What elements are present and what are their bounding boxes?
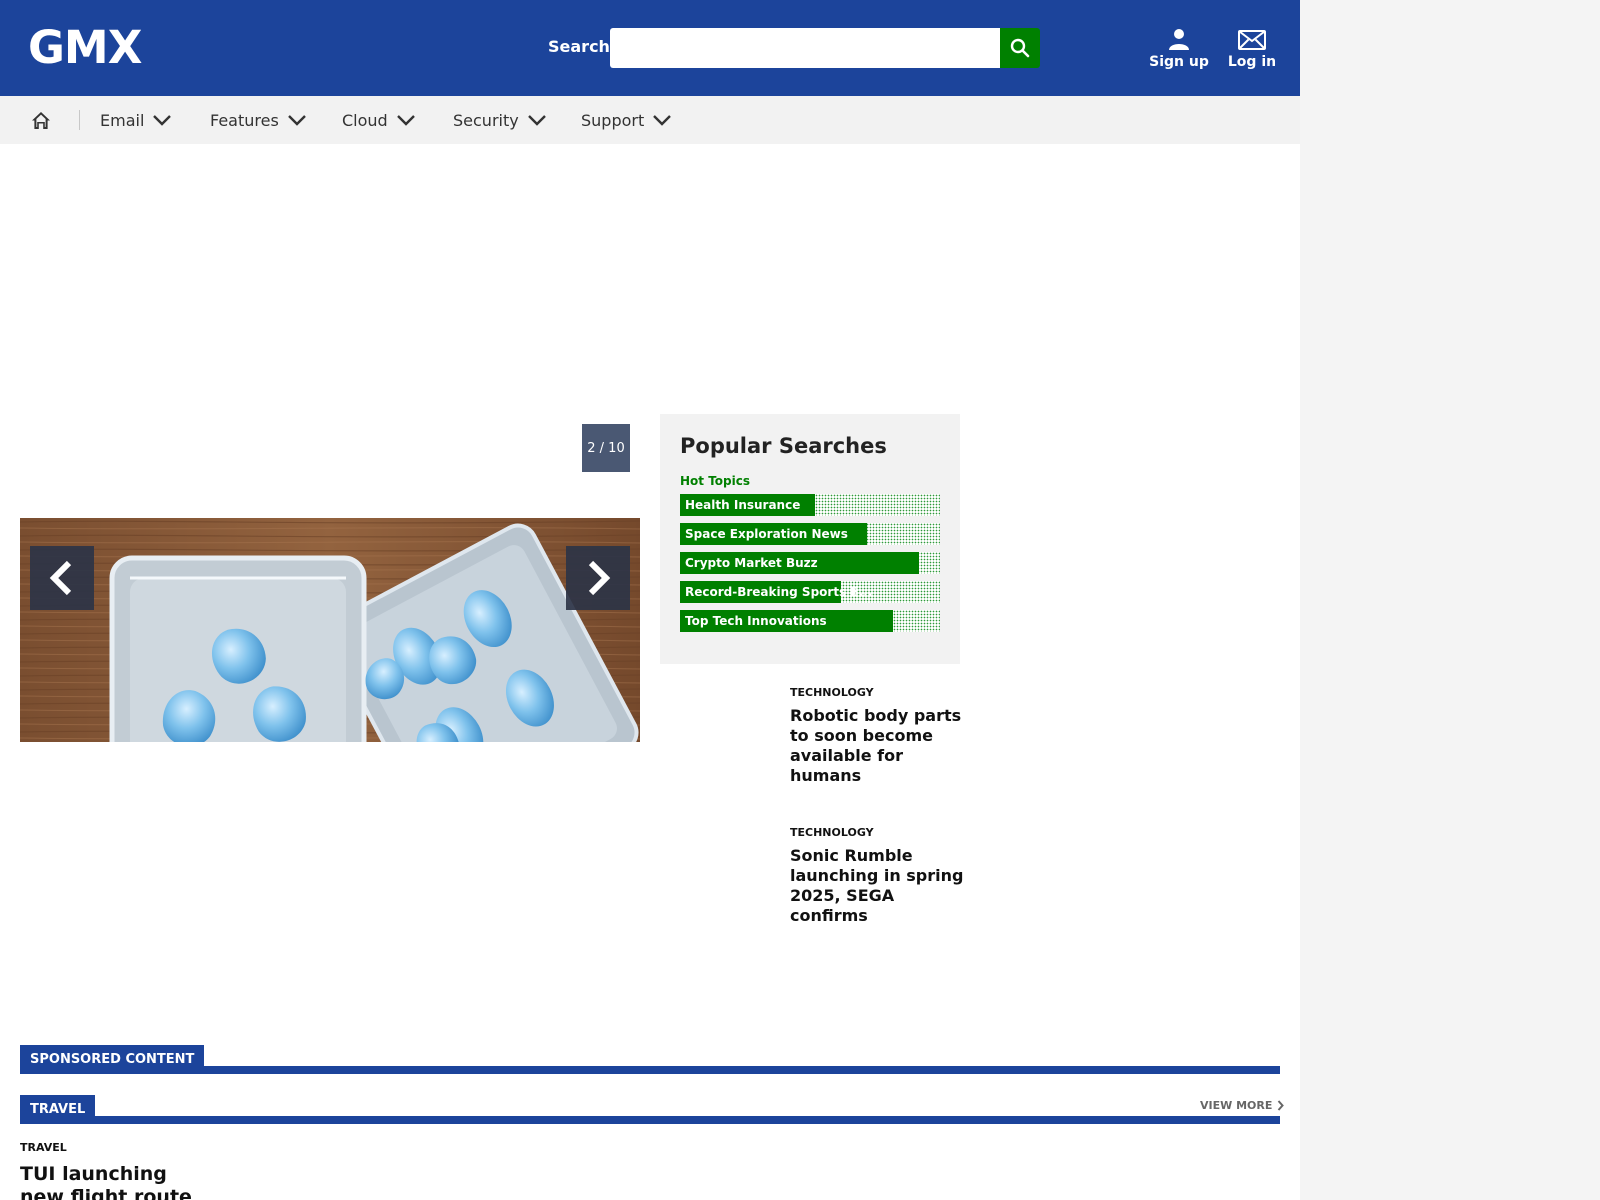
article-card[interactable]: TECHNOLOGY Robotic body parts to soon be… <box>790 686 965 786</box>
trend-list: Health Insurance Space Exploration News … <box>680 494 940 639</box>
slideshow <box>20 518 640 742</box>
view-more-label: VIEW MORE <box>1200 1098 1273 1112</box>
chevron-left-icon <box>49 560 72 596</box>
article-card[interactable]: TECHNOLOGY Sonic Rumble launching in spr… <box>790 826 965 926</box>
trend-item[interactable]: Record-Breaking Sports E... <box>680 581 940 603</box>
chevron-down-icon <box>653 115 672 126</box>
page: GMX Search Sign up Log in Email Features… <box>0 0 1300 1200</box>
chevron-down-icon <box>287 115 306 126</box>
search-label: Search <box>548 37 610 56</box>
main-nav: Email Features Cloud Security Support <box>0 96 1300 144</box>
search-icon <box>1010 38 1030 58</box>
prev-slide-button[interactable] <box>30 546 94 610</box>
article-headline[interactable]: Robotic body parts to soon become availa… <box>790 706 965 786</box>
login-button[interactable]: Log in <box>1220 26 1284 70</box>
chevron-right-icon <box>1278 1099 1285 1111</box>
signup-button[interactable]: Sign up <box>1147 26 1211 70</box>
nav-item-features[interactable]: Features <box>210 108 307 132</box>
nav-item-support[interactable]: Support <box>581 108 672 132</box>
home-icon <box>32 111 50 129</box>
hot-topics-label: Hot Topics <box>680 474 750 488</box>
chevron-down-icon <box>527 115 546 126</box>
popular-searches: Popular Searches Hot Topics Health Insur… <box>660 414 960 664</box>
nav-item-label: Features <box>210 110 279 130</box>
trend-label: Crypto Market Buzz <box>685 556 818 570</box>
chevron-right-icon <box>588 560 611 596</box>
nav-item-label: Email <box>100 110 145 130</box>
next-slide-button[interactable] <box>566 546 630 610</box>
trend-label: Top Tech Innovations <box>685 614 827 628</box>
article-headline[interactable]: TUI launching new flight route <box>20 1163 200 1200</box>
view-more-link[interactable]: VIEW MORE <box>1200 1098 1285 1112</box>
trend-item[interactable]: Space Exploration News <box>680 523 940 545</box>
trend-item[interactable]: Health Insurance <box>680 494 940 516</box>
section-divider <box>20 1066 1280 1074</box>
logo[interactable]: GMX <box>28 22 142 74</box>
section-divider <box>20 1116 1280 1124</box>
article-category: TECHNOLOGY <box>790 826 874 839</box>
trend-label: Health Insurance <box>685 498 801 512</box>
slide-image <box>20 518 640 742</box>
nav-item-label: Security <box>453 110 519 130</box>
trend-item[interactable]: Top Tech Innovations <box>680 610 940 632</box>
login-label: Log in <box>1227 54 1277 70</box>
nav-divider <box>79 110 80 130</box>
header: GMX Search Sign up Log in <box>0 0 1300 96</box>
nav-item-cloud[interactable]: Cloud <box>342 108 416 132</box>
trend-label: Record-Breaking Sports E... <box>685 585 873 599</box>
nav-item-label: Cloud <box>342 110 388 130</box>
popular-searches-title: Popular Searches <box>680 434 887 458</box>
home-link[interactable] <box>28 108 54 132</box>
user-icon <box>1169 29 1189 50</box>
signup-label: Sign up <box>1149 54 1209 70</box>
nav-item-security[interactable]: Security <box>453 108 547 132</box>
search-button[interactable] <box>1000 28 1040 68</box>
chevron-down-icon <box>396 115 415 126</box>
search-input[interactable] <box>610 28 1000 68</box>
chevron-down-icon <box>153 115 172 126</box>
slide-counter: 2 / 10 <box>582 424 630 472</box>
trend-item[interactable]: Crypto Market Buzz <box>680 552 940 574</box>
nav-item-label: Support <box>581 110 645 130</box>
article-category: TECHNOLOGY <box>790 686 874 699</box>
envelope-icon <box>1238 30 1266 50</box>
article-category: TRAVEL <box>20 1141 67 1154</box>
trend-label: Space Exploration News <box>685 527 848 541</box>
article-headline[interactable]: Sonic Rumble launching in spring 2025, S… <box>790 846 965 926</box>
nav-item-email[interactable]: Email <box>100 108 172 132</box>
article-card[interactable]: TRAVEL TUI launching new flight route <box>20 1141 200 1200</box>
